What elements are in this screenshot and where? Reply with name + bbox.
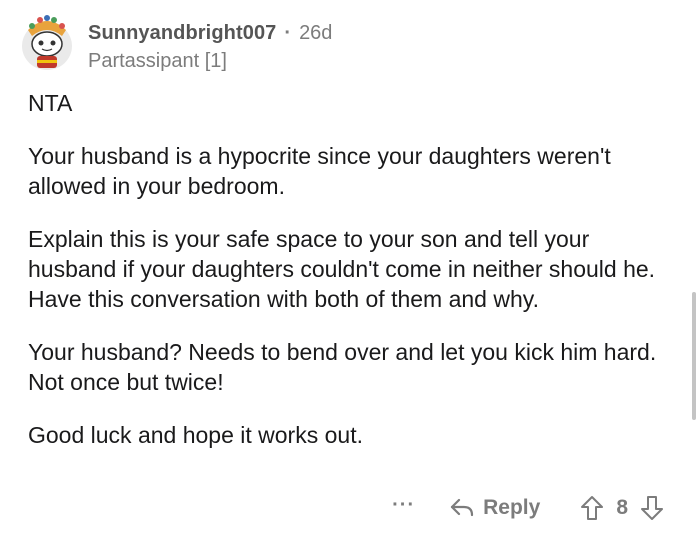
user-flair: Partassipant [1] — [88, 50, 227, 72]
comment-paragraph: Good luck and hope it works out. — [28, 422, 363, 448]
more-options-button[interactable]: ··· — [392, 495, 415, 515]
comment-paragraph: Your husband is a hypocrite since your d… — [28, 143, 611, 199]
comment-actions: ··· Reply 8 — [392, 490, 664, 526]
reply-arrow-icon — [449, 497, 475, 519]
comment-paragraph: Your husband? Needs to bend over and let… — [28, 339, 657, 395]
snoo-avatar-icon — [22, 15, 72, 70]
comment-paragraph: Explain this is your safe space to your … — [28, 226, 656, 312]
reply-label: Reply — [483, 496, 541, 519]
vote-controls: 8 — [580, 495, 664, 521]
comment-body: NTA Your husband is a hypocrite since yo… — [28, 88, 678, 473]
reply-button[interactable]: Reply — [449, 496, 540, 520]
upvote-arrow-icon[interactable] — [580, 495, 604, 521]
comment-paragraph: NTA — [28, 90, 73, 116]
meta-separator: · — [284, 22, 292, 44]
comment-age: 26d — [299, 22, 333, 44]
comment-header: Sunnyandbright007 · 26d Partassipant [1] — [88, 20, 332, 74]
downvote-arrow-icon[interactable] — [640, 495, 664, 521]
avatar[interactable] — [20, 12, 74, 72]
username[interactable]: Sunnyandbright007 — [88, 20, 276, 46]
vote-count: 8 — [616, 496, 628, 519]
scrollbar[interactable] — [692, 292, 696, 420]
comment-meta: Sunnyandbright007 · 26d — [88, 20, 332, 46]
